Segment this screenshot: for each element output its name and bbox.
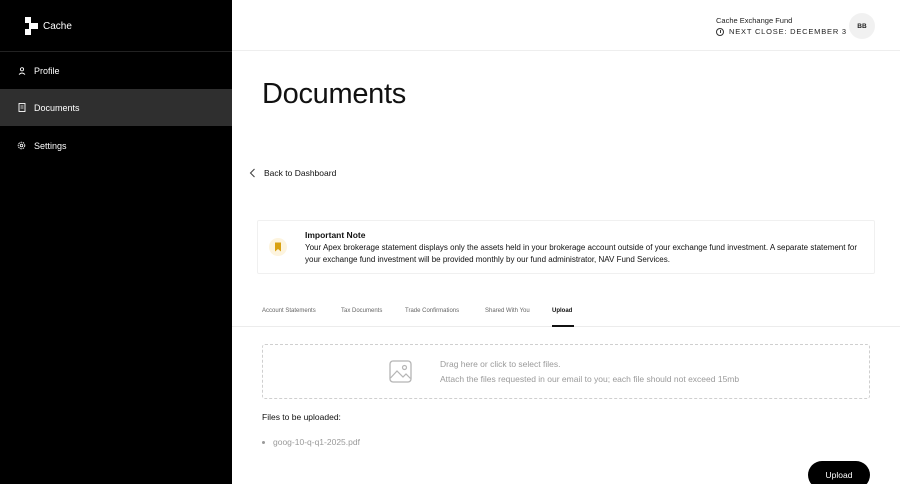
tab-account-statements[interactable]: Account Statements [262,308,316,314]
active-tab-indicator [552,325,574,327]
list-item: goog-10-q-q1-2025.pdf [262,437,360,447]
fund-name: Cache Exchange Fund [716,16,793,25]
bullet-icon [262,440,265,444]
page-title: Documents [262,78,406,110]
note-title: Important Note [305,230,366,240]
avatar[interactable]: BB [849,13,875,39]
brand-name: Cache [43,20,72,32]
file-name: goog-10-q-q1-2025.pdf [273,437,360,447]
person-icon [17,66,26,75]
sidebar-item-documents[interactable]: Documents [0,89,232,126]
image-icon [389,360,412,383]
tab-upload[interactable]: Upload [552,308,572,314]
gear-icon [17,141,26,150]
note-body: Your Apex brokerage statement displays o… [305,243,858,264]
document-tabs: Account Statements Tax Documents Trade C… [232,306,900,327]
bookmark-icon [269,238,287,256]
important-note-card: Important Note Your Apex brokerage state… [257,220,875,274]
sidebar-item-label: Settings [34,140,67,151]
cache-logo-icon [25,17,38,35]
tab-tax-documents[interactable]: Tax Documents [341,308,382,314]
sidebar-item-profile[interactable]: Profile [0,52,232,89]
brand[interactable]: Cache [25,16,72,36]
clock-icon [716,27,724,36]
file-dropzone[interactable]: Drag here or click to select files. Atta… [262,344,870,399]
app-root: Cache Profile Documents Settings Cache E… [0,0,900,484]
sidebar-item-label: Profile [34,65,60,76]
chevron-left-icon [249,168,255,178]
sidebar: Cache Profile Documents Settings [0,0,232,484]
top-bar: Cache Exchange Fund NEXT CLOSE: DECEMBER… [232,0,900,51]
upload-button[interactable]: Upload [808,461,870,484]
next-close-info: NEXT CLOSE: DECEMBER 3 [716,27,847,36]
tab-trade-confirmations[interactable]: Trade Confirmations [405,308,459,314]
sidebar-item-label: Documents [34,102,80,113]
sidebar-item-settings[interactable]: Settings [0,127,232,164]
dropzone-instruction: Drag here or click to select files. [440,359,561,369]
tab-shared-with-you[interactable]: Shared With You [485,308,530,314]
next-close-text: NEXT CLOSE: DECEMBER 3 [729,27,847,36]
files-heading: Files to be uploaded: [262,412,341,422]
document-icon [17,103,26,112]
dropzone-hint: Attach the files requested in our email … [440,374,740,384]
back-to-dashboard-link[interactable]: Back to Dashboard [247,167,336,179]
back-label: Back to Dashboard [264,168,337,178]
